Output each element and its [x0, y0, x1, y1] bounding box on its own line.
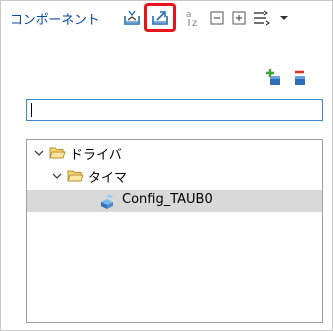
remove-component-icon [295, 70, 305, 85]
folder-icon [67, 170, 84, 182]
collapse-all-icon [210, 11, 224, 25]
svg-text:a: a [186, 10, 192, 20]
chevron-down-icon[interactable] [52, 171, 62, 181]
tree-node-timer[interactable]: タイマ [27, 165, 322, 187]
tree-node-config-taub0[interactable]: Config_TAUB0 [27, 190, 322, 212]
tree-node-driver[interactable]: ドライバ [27, 142, 322, 164]
expand-all-button[interactable] [229, 8, 249, 28]
import-button[interactable] [122, 8, 142, 28]
remove-component-button[interactable] [291, 68, 309, 86]
component-icon [101, 194, 113, 209]
view-menu-icon [254, 10, 288, 26]
add-component-icon [266, 69, 280, 85]
sort-button[interactable]: a z [183, 8, 203, 28]
text-caret [31, 103, 32, 117]
tree-node-label: タイマ [88, 171, 128, 186]
components-panel: コンポーネント a z ドライバ タイマ Config_TAUB0 [0, 0, 333, 331]
collapse-all-button[interactable] [207, 8, 227, 28]
add-component-button[interactable] [265, 68, 283, 86]
tree-node-label: Config_TAUB0 [122, 192, 213, 207]
highlight-box [144, 3, 176, 32]
panel-header: コンポーネント a z [1, 1, 332, 35]
svg-text:z: z [192, 18, 197, 28]
expand-all-icon [232, 11, 246, 25]
search-input[interactable] [26, 99, 323, 121]
import-icon [124, 10, 140, 25]
chevron-down-icon[interactable] [34, 148, 44, 158]
component-tree: ドライバ タイマ Config_TAUB0 [26, 139, 323, 323]
tree-node-label: ドライバ [70, 148, 122, 163]
sort-alpha-icon: a z [186, 10, 197, 28]
panel-title: コンポーネント [10, 13, 100, 28]
folder-icon [49, 147, 66, 159]
view-menu-button[interactable] [251, 8, 289, 28]
